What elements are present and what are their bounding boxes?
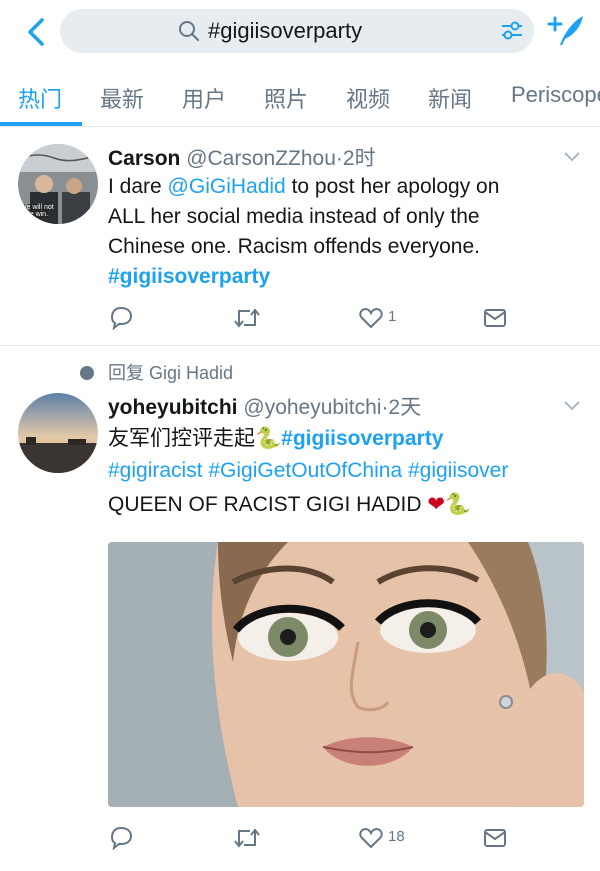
speech-bubble-icon — [80, 366, 94, 380]
hashtag-link[interactable]: #gigiisoverparty — [281, 427, 443, 450]
avatar-caption: We will not hate win. — [20, 204, 54, 218]
tweet-actions: 1 — [108, 303, 518, 333]
retweet-icon — [234, 308, 260, 328]
hashtag-link[interactable]: #gigiisoverparty — [108, 265, 270, 288]
heart-icon — [359, 307, 383, 329]
tweet-header: Carson @CarsonZZhou·2时 — [108, 142, 376, 172]
avatar[interactable] — [18, 393, 98, 473]
tab-news[interactable]: 新闻 — [428, 82, 472, 114]
reply-icon — [110, 826, 133, 851]
tab-people[interactable]: 用户 — [182, 82, 226, 114]
tweet[interactable]: 回复 Gigi Hadid yoheyubitchi @yoheyubitchi… — [0, 347, 600, 871]
envelope-icon — [484, 309, 506, 327]
user-handle[interactable]: @CarsonZZhou — [186, 147, 336, 170]
top-bar: #gigiisoverparty — [0, 0, 600, 64]
tweet-photo[interactable] — [108, 542, 584, 807]
tweet-text-line: ALL her social media instead of only the — [108, 205, 480, 228]
snake-emoji: 🐍 — [255, 427, 282, 450]
active-tab-indicator — [0, 122, 82, 126]
like-count: 1 — [388, 308, 397, 325]
tab-latest[interactable]: 最新 — [100, 82, 144, 114]
tweet-text-line: Chinese one. Racism offends everyone. — [108, 235, 480, 258]
chevron-down-icon[interactable] — [562, 150, 582, 164]
tweet-text-line: #gigiisoverparty — [108, 262, 270, 292]
tweet-actions: 18 — [108, 823, 518, 853]
reply-context[interactable]: 回复 Gigi Hadid — [80, 359, 233, 385]
like-count: 18 — [388, 828, 405, 845]
mention-link[interactable]: @GiGiHadid — [168, 175, 286, 198]
tab-videos[interactable]: 视频 — [346, 82, 390, 114]
like-button[interactable]: 18 — [358, 823, 418, 853]
back-chevron-icon[interactable] — [22, 14, 52, 50]
search-query: #gigiisoverparty — [208, 18, 363, 43]
compose-tweet-icon[interactable] — [546, 12, 586, 48]
search-tabs: 热门 最新 用户 照片 视频 新闻 Periscope — [0, 64, 600, 127]
envelope-icon — [484, 829, 506, 847]
display-name[interactable]: Carson — [108, 147, 180, 170]
retweet-icon — [234, 828, 260, 848]
like-button[interactable]: 1 — [358, 303, 408, 333]
chevron-down-icon[interactable] — [562, 399, 582, 413]
tweet-text-line: QUEEN OF RACIST GIGI HADID ❤🐍 — [108, 493, 472, 516]
tab-photos[interactable]: 照片 — [264, 82, 308, 114]
display-name[interactable]: yoheyubitchi — [108, 396, 238, 419]
timestamp: ·2天 — [381, 396, 422, 419]
user-handle[interactable]: @yoheyubitchi — [243, 396, 381, 419]
tab-periscope[interactable]: Periscope — [511, 82, 600, 108]
tweet-header: yoheyubitchi @yoheyubitchi·2天 — [108, 391, 421, 421]
tweet-text-line: 友军们控评走起🐍#gigiisoverparty — [108, 427, 444, 450]
heart-snake-emoji: ❤🐍 — [427, 493, 472, 516]
avatar[interactable]: We will not hate win. — [18, 144, 98, 224]
tweet-text-line: I dare @GiGiHadid to post her apology on — [108, 175, 500, 198]
reply-icon — [110, 306, 133, 331]
hashtag-links-line[interactable]: #gigiracist #GigiGetOutOfChina #gigiisov… — [108, 456, 508, 486]
tweet[interactable]: We will not hate win. Carson @CarsonZZho… — [0, 128, 600, 346]
filter-sliders-icon[interactable] — [500, 20, 524, 42]
search-icon — [178, 20, 200, 42]
search-input[interactable]: #gigiisoverparty — [60, 9, 534, 53]
tab-top[interactable]: 热门 — [18, 82, 62, 114]
timestamp: ·2时 — [335, 147, 376, 170]
heart-icon — [359, 827, 383, 849]
